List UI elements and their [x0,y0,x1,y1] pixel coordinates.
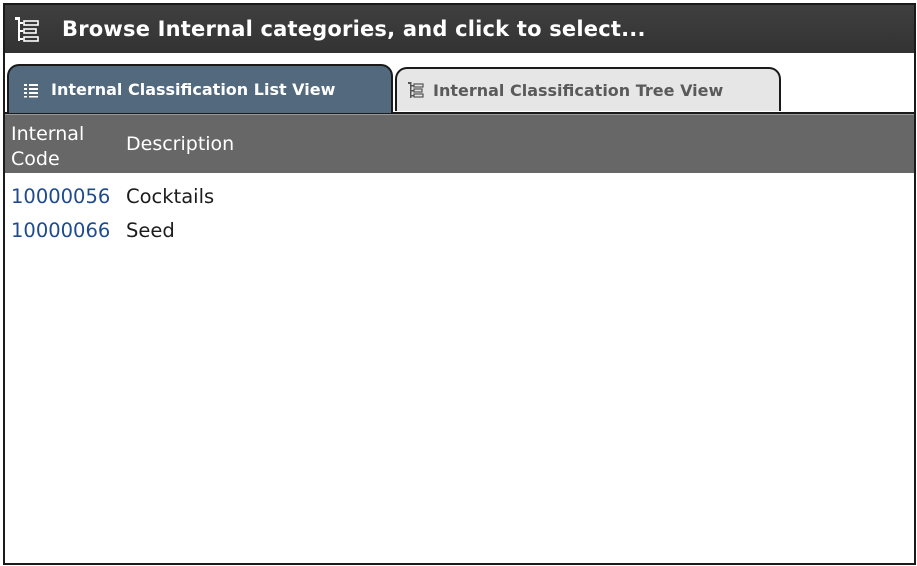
tree-icon [407,81,425,99]
tree-outline-icon [12,14,42,44]
tab-list-view[interactable]: Internal Classification List View [7,64,393,113]
table-row[interactable]: 10000066 Seed [5,213,914,247]
internal-code-cell[interactable]: 10000066 [5,219,126,242]
column-header-description[interactable]: Description [124,115,234,173]
table-body: 10000056 Cocktails 10000066 Seed [5,173,914,247]
tab-tree-view-label: Internal Classification Tree View [433,80,724,100]
tab-tree-view[interactable]: Internal Classification Tree View [395,67,781,111]
category-browser-window: Browse Internal categories, and click to… [3,3,916,565]
tab-list-view-label: Internal Classification List View [51,80,336,99]
tab-strip: Internal Classification List View Intern… [5,53,914,114]
description-cell[interactable]: Cocktails [126,185,214,208]
title-bar: Browse Internal categories, and click to… [5,5,914,53]
list-icon [23,81,41,99]
table-header: Internal Code Description [5,114,914,173]
column-header-internal-code[interactable]: Internal Code [5,115,124,173]
description-cell[interactable]: Seed [126,219,175,242]
internal-code-cell[interactable]: 10000056 [5,185,126,208]
table-row[interactable]: 10000056 Cocktails [5,179,914,213]
window-title: Browse Internal categories, and click to… [62,17,646,41]
